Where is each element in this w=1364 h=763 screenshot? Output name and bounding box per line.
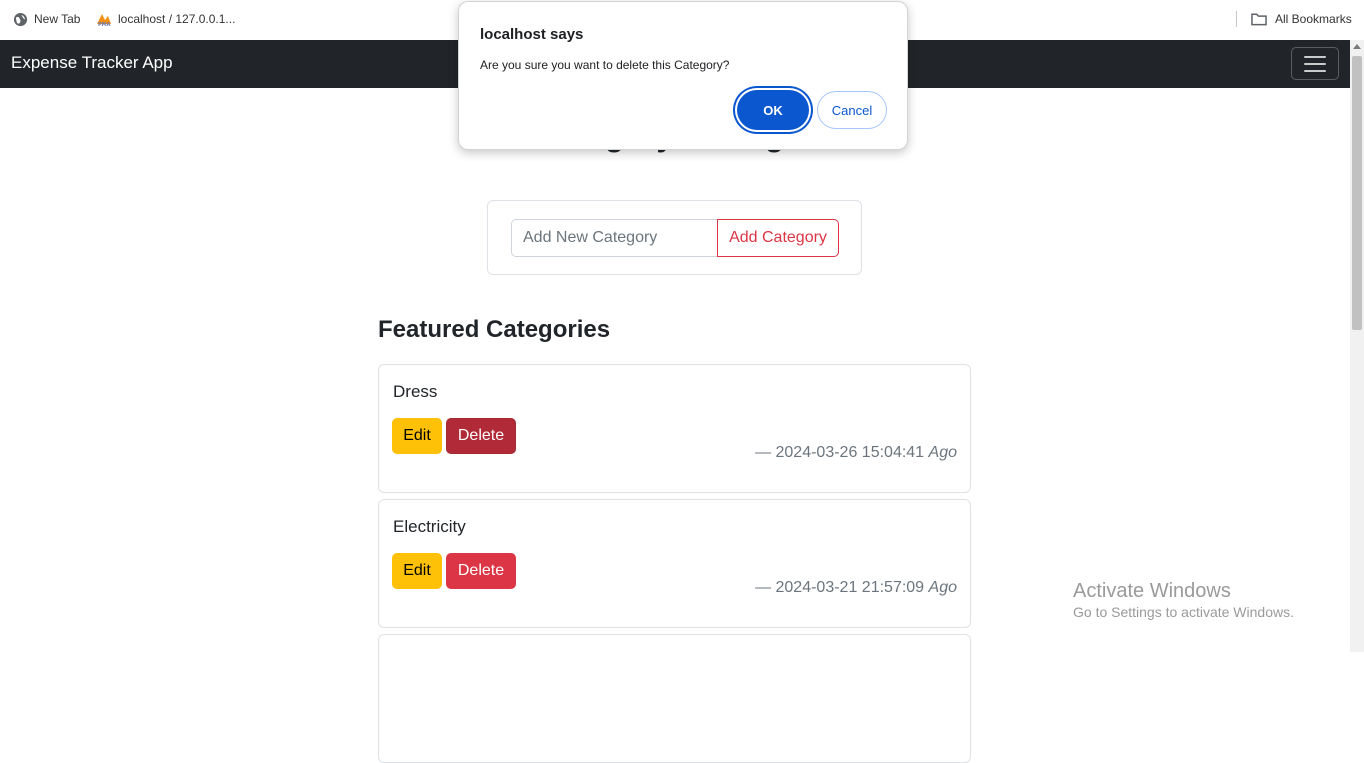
navbar-brand[interactable]: Expense Tracker App [11,53,173,73]
bookmarks-separator [1236,11,1237,27]
category-input[interactable] [511,219,718,257]
category-card [378,634,971,763]
all-bookmarks-label: All Bookmarks [1275,12,1352,26]
add-category-button[interactable]: Add Category [717,219,839,257]
category-card: Dress Edit Delete — 2024-03-26 15:04:41 … [378,364,971,493]
scrollbar-thumb[interactable] [1352,56,1362,330]
all-bookmarks[interactable]: All Bookmarks [1251,11,1352,27]
delete-button[interactable]: Delete [446,418,516,454]
bookmark-new-tab[interactable]: New Tab [12,11,80,27]
navbar-toggler-button[interactable] [1291,47,1339,80]
category-timestamp: — 2024-03-21 21:57:09 Ago [755,579,957,596]
scroll-up-arrow-icon[interactable] [1353,44,1361,49]
category-name: Dress [393,382,438,401]
bookmark-localhost[interactable]: PMA localhost / 127.0.0.1... [96,11,235,27]
page-scrollbar[interactable] [1350,40,1364,652]
category-name: Electricity [393,517,466,536]
ok-button[interactable]: OK [737,90,809,130]
confirm-dialog: localhost says Are you sure you want to … [458,1,908,150]
activate-windows-watermark: Activate Windows [1073,580,1231,602]
svg-text:PMA: PMA [98,22,111,27]
section-title: Featured Categories [378,316,611,343]
hamburger-icon [1304,55,1326,58]
category-card: Electricity Edit Delete — 2024-03-21 21:… [378,499,971,628]
delete-button[interactable]: Delete [446,553,516,589]
dialog-title: localhost says [480,26,584,43]
activate-windows-subtext: Go to Settings to activate Windows. [1073,604,1294,620]
cancel-button[interactable]: Cancel [817,91,887,129]
add-category-form: Add Category [487,200,862,275]
folder-icon [1251,11,1267,27]
bookmark-label: localhost / 127.0.0.1... [118,12,236,26]
edit-button[interactable]: Edit [392,553,442,589]
edit-button[interactable]: Edit [392,418,442,454]
bookmark-label: New Tab [34,12,81,26]
globe-icon [12,11,28,27]
phpmyadmin-icon: PMA [96,11,112,27]
category-timestamp: — 2024-03-26 15:04:41 Ago [755,444,957,461]
dialog-message: Are you sure you want to delete this Cat… [480,58,730,72]
